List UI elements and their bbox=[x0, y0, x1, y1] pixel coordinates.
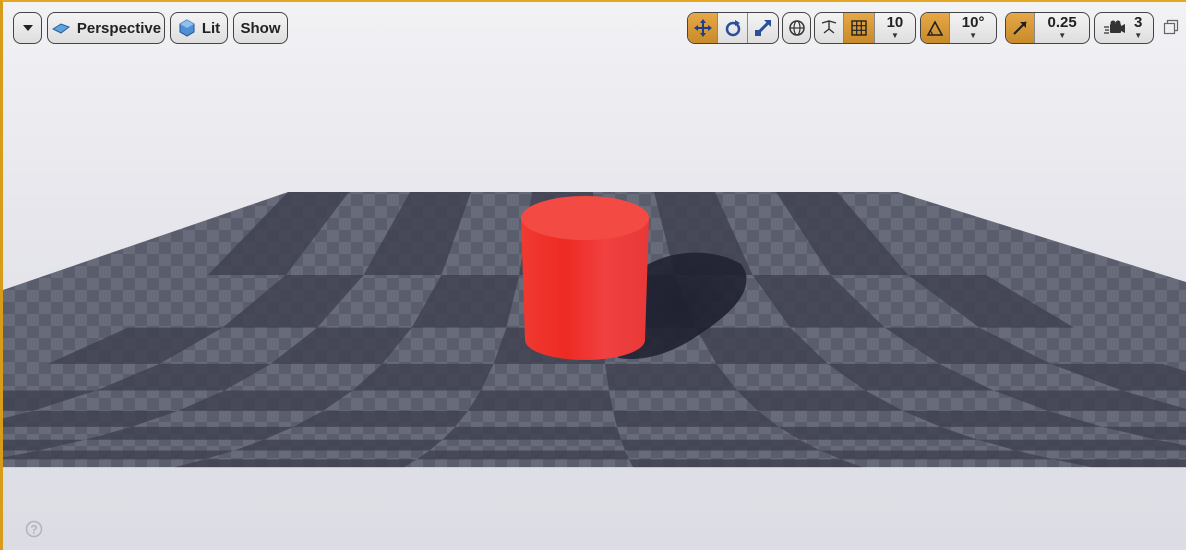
floor-tile-dark bbox=[442, 426, 621, 440]
view-mode-label: Perspective bbox=[76, 19, 162, 37]
show-button[interactable]: Show bbox=[233, 12, 288, 44]
caret-down-icon: ▼ bbox=[1134, 31, 1143, 40]
rotation-snap-group: 10° ▼ bbox=[920, 12, 997, 44]
red-cylinder[interactable] bbox=[521, 196, 649, 360]
floor-tile-dark bbox=[613, 410, 779, 427]
floor-tile-dark bbox=[293, 410, 468, 427]
rotation-snap-value-dropdown[interactable]: 10° ▼ bbox=[950, 13, 996, 43]
translate-button[interactable] bbox=[688, 13, 719, 43]
viewport-options-button[interactable] bbox=[13, 12, 42, 44]
translate-icon bbox=[693, 19, 712, 37]
floor-tile-dark bbox=[820, 450, 1054, 460]
world-icon bbox=[788, 20, 805, 36]
floor-tile-dark bbox=[468, 390, 613, 411]
scale-snap-value-dropdown[interactable]: 0.25 ▼ bbox=[1035, 13, 1089, 43]
surface-snap-icon bbox=[822, 20, 837, 34]
grid-snap-value: 10 bbox=[886, 14, 904, 31]
caret-down-icon: ▼ bbox=[969, 31, 978, 40]
floor-tile-dark bbox=[416, 450, 629, 460]
floor-tile-dark bbox=[3, 450, 235, 460]
lighting-mode-label: Lit bbox=[201, 19, 221, 37]
floor-tile-dark bbox=[621, 439, 821, 451]
svg-text:?: ? bbox=[30, 523, 37, 537]
level-viewport[interactable]: Perspective Lit Show 10 ▼ 10° ▼ 0.25 ▼ 3… bbox=[0, 0, 1186, 550]
scale-button[interactable] bbox=[748, 13, 778, 43]
camera-speed-value: 3 bbox=[1134, 14, 1143, 31]
rotation-snap-toggle[interactable] bbox=[921, 13, 951, 43]
grid-icon bbox=[851, 20, 867, 36]
grid-snap-value-dropdown[interactable]: 10 ▼ bbox=[875, 13, 915, 43]
restore-icon[interactable] bbox=[1163, 19, 1179, 35]
help-icon[interactable]: ? bbox=[25, 520, 43, 538]
grid-snap-toggle[interactable] bbox=[844, 13, 875, 43]
rotate-icon bbox=[725, 20, 740, 37]
grid-snap-group: 10 ▼ bbox=[814, 12, 916, 44]
scale-snap-value: 0.25 bbox=[1047, 14, 1077, 31]
floor-tile-dark bbox=[234, 439, 443, 451]
caret-down-icon: ▼ bbox=[1058, 31, 1067, 40]
perspective-button[interactable]: Perspective bbox=[47, 12, 165, 44]
camera-speed-icon bbox=[1104, 20, 1125, 34]
rotate-button[interactable] bbox=[718, 13, 748, 43]
chevron-down-icon bbox=[22, 25, 33, 31]
show-label: Show bbox=[240, 19, 281, 37]
viewport-scene[interactable] bbox=[3, 2, 1186, 550]
lit-cube-icon bbox=[179, 19, 195, 37]
floor-tile-dark bbox=[175, 459, 417, 468]
rotation-snap-value: 10° bbox=[961, 14, 985, 31]
coordinate-system-button[interactable] bbox=[782, 12, 811, 44]
transform-tools-group bbox=[687, 12, 779, 44]
scale-snap-icon bbox=[1013, 21, 1027, 35]
floor-tile-dark bbox=[605, 363, 738, 391]
scale-snap-toggle[interactable] bbox=[1006, 13, 1036, 43]
camera-speed-button[interactable]: 3 ▼ bbox=[1094, 12, 1154, 44]
caret-down-icon: ▼ bbox=[890, 31, 899, 40]
lit-button[interactable]: Lit bbox=[170, 12, 228, 44]
scale-snap-group: 0.25 ▼ bbox=[1005, 12, 1090, 44]
surface-snap-button[interactable] bbox=[815, 13, 845, 43]
angle-icon bbox=[926, 20, 944, 36]
perspective-icon bbox=[51, 23, 70, 34]
scale-icon bbox=[754, 19, 771, 37]
floor-tile-dark bbox=[629, 459, 862, 468]
